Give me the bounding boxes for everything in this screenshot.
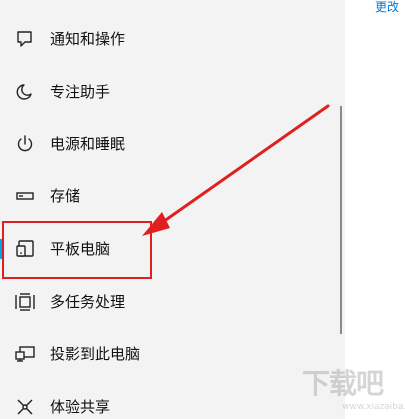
storage-icon: [14, 186, 36, 206]
settings-content-pane: [345, 0, 405, 419]
nav-item-notifications[interactable]: 通知和操作: [0, 16, 345, 62]
nav-item-label: 体验共享: [50, 398, 111, 416]
watermark-logo: 下载吧 www.xiazaiba.com: [300, 367, 405, 416]
nav-item-shared-experiences[interactable]: 体验共享: [0, 384, 345, 419]
share-icon: [14, 397, 36, 417]
settings-nav-pane: 通知和操作 专注助手 电源和睡眠 存储 平板电脑 多任务处理 投影到此电脑 体验…: [0, 0, 345, 419]
nav-item-projecting[interactable]: 投影到此电脑: [0, 331, 345, 377]
notification-icon: [14, 29, 36, 49]
watermark-url: www.xiazaiba.com: [342, 402, 405, 412]
nav-item-multitasking[interactable]: 多任务处理: [0, 279, 345, 325]
scrollbar-thumb[interactable]: [340, 106, 342, 334]
watermark-text: 下载吧: [302, 367, 384, 400]
annotation-highlight-box: [2, 221, 152, 279]
settings-window: 通知和操作 专注助手 电源和睡眠 存储 平板电脑 多任务处理 投影到此电脑 体验…: [0, 0, 405, 419]
nav-item-label: 通知和操作: [50, 30, 126, 48]
nav-item-label: 存储: [50, 187, 81, 205]
nav-item-storage[interactable]: 存储: [0, 173, 345, 219]
power-icon: [14, 134, 36, 154]
nav-item-label: 投影到此电脑: [50, 345, 141, 363]
nav-item-focus-assist[interactable]: 专注助手: [0, 69, 345, 115]
moon-icon: [14, 82, 36, 102]
nav-item-label: 多任务处理: [50, 293, 126, 311]
nav-item-power-sleep[interactable]: 电源和睡眠: [0, 121, 345, 167]
projecting-icon: [14, 344, 36, 364]
change-link[interactable]: 更改: [375, 0, 399, 14]
multitasking-icon: [14, 292, 36, 312]
nav-item-label: 电源和睡眠: [50, 135, 126, 153]
nav-scrollbar[interactable]: [337, 0, 345, 419]
nav-item-label: 专注助手: [50, 83, 111, 101]
